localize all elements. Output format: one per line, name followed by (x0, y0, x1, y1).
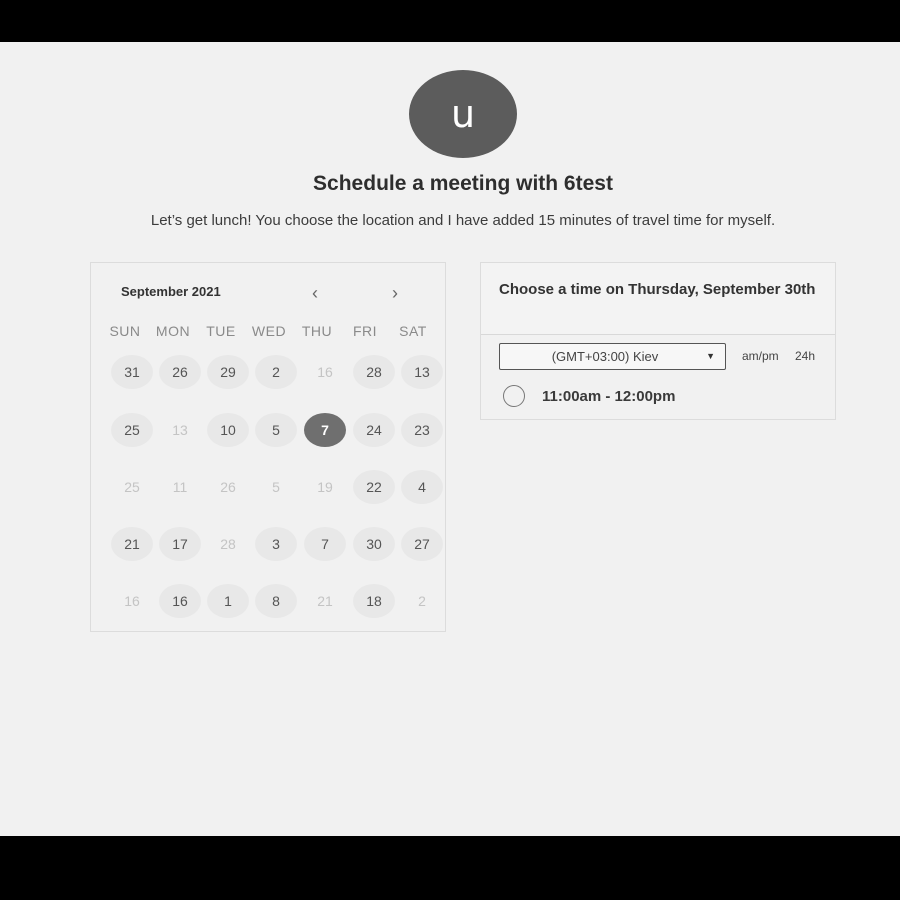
calendar-day[interactable]: 7 (304, 527, 346, 561)
calendar-day[interactable]: 10 (207, 413, 249, 447)
calendar-day: 16 (124, 593, 140, 609)
radio-button[interactable] (503, 385, 525, 407)
scheduling-page: u Schedule a meeting with 6test Let’s ge… (0, 42, 900, 836)
calendar-day: 13 (172, 422, 188, 438)
time-slot[interactable]: 11:00am - 12:00pm (503, 385, 675, 407)
chevron-right-icon[interactable]: › (392, 283, 398, 304)
calendar-day: 16 (317, 364, 333, 380)
weekday-label: FRI (352, 323, 378, 339)
calendar-day[interactable]: 8 (255, 584, 297, 618)
weekday-label: THU (301, 323, 333, 339)
calendar-day[interactable]: 4 (401, 470, 443, 504)
calendar-day[interactable]: 21 (111, 527, 153, 561)
weekday-label: SUN (109, 323, 141, 339)
calendar-day[interactable]: 23 (401, 413, 443, 447)
calendar-day[interactable]: 28 (353, 355, 395, 389)
caret-down-icon: ▼ (706, 351, 715, 361)
calendar-day[interactable]: 2 (255, 355, 297, 389)
calendar-day[interactable]: 18 (353, 584, 395, 618)
month-label: September 2021 (121, 284, 221, 299)
time-picker-panel: Choose a time on Thursday, September 30t… (480, 262, 836, 420)
calendar-day[interactable]: 3 (255, 527, 297, 561)
calendar-day: 21 (317, 593, 333, 609)
calendar-day: 2 (418, 593, 426, 609)
calendar-day[interactable]: 5 (255, 413, 297, 447)
time-slot-label: 11:00am - 12:00pm (542, 387, 676, 405)
calendar-day: 19 (317, 479, 333, 495)
calendar-panel: September 2021 ‹ › SUN MON TUE WED THU FRI SAT… (90, 262, 446, 632)
chevron-left-icon[interactable]: ‹ (312, 283, 318, 304)
calendar-day[interactable]: 31 (111, 355, 153, 389)
calendar-day[interactable]: 24 (353, 413, 395, 447)
calendar-day[interactable]: 26 (159, 355, 201, 389)
calendar-day[interactable]: 29 (207, 355, 249, 389)
calendar-day[interactable]: 27 (401, 527, 443, 561)
calendar-day: 5 (272, 479, 280, 495)
avatar-initial: u (450, 92, 476, 136)
calendar-day: 26 (220, 479, 236, 495)
calendar-day[interactable]: 25 (111, 413, 153, 447)
calendar-day: 11 (172, 479, 188, 495)
calendar-day[interactable]: 1 (207, 584, 249, 618)
weekday-header: SUN MON TUE WED THU FRI SAT (101, 323, 437, 339)
calendar-day: 28 (220, 536, 236, 552)
timezone-select[interactable]: (GMT+03:00) Kiev ▼ (499, 343, 726, 370)
weekday-label: WED (251, 323, 287, 339)
format-ampm-toggle[interactable]: am/pm (742, 349, 779, 363)
weekday-label: TUE (206, 323, 236, 339)
time-picker-header: Choose a time on Thursday, September 30t… (481, 263, 835, 335)
format-24h-toggle[interactable]: 24h (795, 349, 815, 363)
weekday-label: SAT (399, 323, 427, 339)
calendar-day: 25 (124, 479, 140, 495)
calendar-day[interactable]: 13 (401, 355, 443, 389)
calendar-day[interactable]: 30 (353, 527, 395, 561)
page-description: Let’s get lunch! You choose the location… (150, 212, 776, 229)
weekday-label: MON (155, 323, 191, 339)
timezone-value: (GMT+03:00) Kiev (551, 349, 659, 364)
page-title: Schedule a meeting with 6test (313, 172, 613, 195)
host-avatar: u (409, 70, 517, 158)
calendar-day-selected[interactable]: 7 (304, 413, 346, 447)
calendar-day[interactable]: 22 (353, 470, 395, 504)
time-picker-title: Choose a time on Thursday, September 30t… (499, 281, 816, 298)
calendar-day[interactable]: 16 (159, 584, 201, 618)
calendar-day[interactable]: 17 (159, 527, 201, 561)
